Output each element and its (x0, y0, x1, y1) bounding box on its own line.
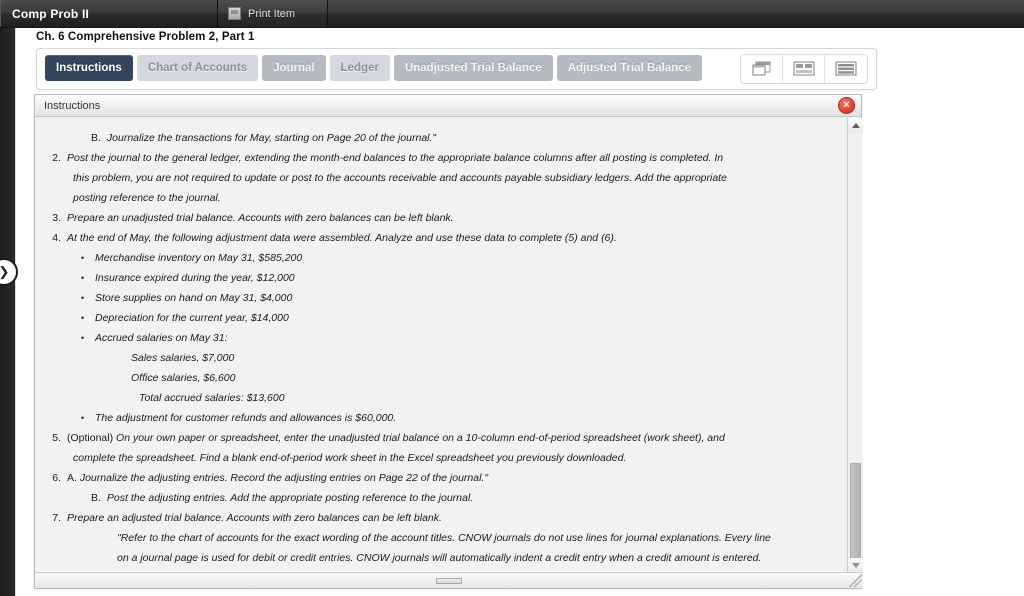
item-number: 3. (52, 212, 61, 224)
item-text: Post the journal to the general ledger, … (67, 152, 724, 164)
footnote-line-2: on a journal page is used for debit or c… (117, 552, 762, 564)
tab-bar: Instructions Chart of Accounts Journal L… (45, 55, 703, 81)
panel-title: Instructions (44, 99, 101, 112)
accrued-office-salaries: Office salaries, $6,600 (131, 372, 236, 384)
panel-body: B. Journalize the transactions for May, … (35, 118, 863, 573)
instruction-item-3: 3. Prepare an unadjusted trial balance. … (45, 208, 833, 228)
panel-header: Instructions × (35, 95, 861, 117)
toolbar-card: Instructions Chart of Accounts Journal L… (36, 48, 877, 90)
instruction-item-6a: 6. A. Journalize the adjusting entries. … (45, 468, 833, 488)
resize-grip-icon (436, 577, 462, 584)
panel-expand-handle[interactable]: ❯ (0, 258, 18, 286)
split-panel-button[interactable] (783, 55, 825, 83)
scrollbar-thumb[interactable] (850, 463, 861, 568)
tab-unadjusted-trial-balance[interactable]: Unadjusted Trial Balance (393, 55, 553, 81)
instructions-content: B. Journalize the transactions for May, … (35, 118, 847, 573)
adjustment-bullet-1: Merchandise inventory on May 31, $585,20… (45, 248, 833, 268)
adjustment-bullet-3: Store supplies on hand on May 31, $4,000 (45, 288, 833, 308)
instruction-item-2-cont2: posting reference to the journal. (73, 192, 221, 204)
cascade-windows-button[interactable] (741, 55, 783, 83)
scroll-down-arrow-icon[interactable] (848, 558, 863, 573)
item-number: 5. (52, 432, 61, 444)
app-title: Comp Prob II (0, 0, 218, 27)
split-panel-icon (793, 61, 814, 76)
sub-text: Journalize the adjusting entries. Record… (79, 472, 489, 484)
top-application-bar: Comp Prob II Print Item (0, 0, 1024, 28)
close-icon[interactable]: × (838, 97, 855, 114)
list-rows-icon (835, 61, 857, 76)
panel-resize-strip[interactable] (35, 572, 863, 588)
optional-label: (Optional) (67, 432, 114, 444)
accrued-total-salaries: Total accrued salaries: $13,600 (139, 392, 285, 404)
item-text: Prepare an unadjusted trial balance. Acc… (67, 212, 454, 224)
item-number: 6. (52, 472, 61, 484)
adjustment-bullet-2: Insurance expired during the year, $12,0… (45, 268, 833, 288)
instructions-panel: Instructions × B. Journalize the transac… (34, 94, 863, 589)
item-text: (Optional) On your own paper or spreadsh… (67, 428, 833, 448)
instruction-item-7: 7. Prepare an adjusted trial balance. Ac… (45, 508, 833, 528)
instruction-item-2: 2. Post the journal to the general ledge… (45, 148, 833, 168)
item-text: At the end of May, the following adjustm… (67, 232, 617, 244)
scroll-up-arrow-icon[interactable] (848, 118, 863, 133)
item-text: A. Journalize the adjusting entries. Rec… (67, 468, 833, 488)
accrued-sales-salaries: Sales salaries, $7,000 (131, 352, 235, 364)
print-item-button[interactable]: Print Item (218, 0, 328, 27)
topbar-filler (328, 0, 1024, 27)
adjustment-bullet-4: Depreciation for the current year, $14,0… (45, 308, 833, 328)
chevron-right-icon: ❯ (0, 264, 9, 280)
instruction-item-5: 5. (Optional) On your own paper or sprea… (45, 428, 833, 448)
tab-ledger[interactable]: Ledger (329, 55, 390, 81)
vertical-scrollbar[interactable] (847, 118, 863, 573)
tab-adjusted-trial-balance[interactable]: Adjusted Trial Balance (556, 55, 703, 81)
view-layout-group (740, 54, 868, 84)
cascade-windows-icon (752, 61, 770, 76)
tab-chart-of-accounts[interactable]: Chart of Accounts (136, 55, 259, 81)
list-rows-button[interactable] (825, 55, 867, 83)
item-text: Journalize the transactions for May, sta… (106, 132, 437, 144)
instruction-item-6b: B. Post the adjusting entries. Add the a… (45, 488, 833, 508)
adjustment-bullet-6: The adjustment for customer refunds and … (45, 408, 833, 428)
item-text: Prepare an adjusted trial balance. Accou… (67, 512, 442, 524)
instruction-item-1b: B. Journalize the transactions for May, … (45, 128, 833, 148)
instruction-item-4: 4. At the end of May, the following adju… (45, 228, 833, 248)
item-text-rest: On your own paper or spreadsheet, enter … (116, 432, 725, 444)
print-item-label: Print Item (248, 7, 296, 20)
item-number: 7. (52, 512, 61, 524)
left-rail: ❯ (0, 28, 18, 596)
instruction-item-2-cont1: this problem, you are not required to up… (73, 172, 727, 184)
item-number: 2. (52, 152, 61, 164)
triangle-down (851, 563, 860, 568)
item-number: 4. (52, 232, 61, 244)
page-title: Ch. 6 Comprehensive Problem 2, Part 1 (36, 31, 255, 43)
tab-journal[interactable]: Journal (262, 55, 326, 81)
instruction-item-5-cont: complete the spreadsheet. Find a blank e… (73, 452, 627, 464)
sub-text: Post the adjusting entries. Add the appr… (106, 492, 474, 504)
sub-label: B. (91, 492, 101, 504)
item-label: B. (91, 132, 101, 144)
adjustment-bullet-5: Accrued salaries on May 31: (45, 328, 833, 348)
sub-label: A. (67, 472, 77, 484)
close-glyph: × (843, 99, 850, 111)
footnote-line-1: "Refer to the chart of accounts for the … (117, 532, 771, 544)
resize-corner-icon[interactable] (849, 574, 862, 587)
triangle-up (851, 123, 860, 128)
tab-instructions[interactable]: Instructions (45, 55, 133, 81)
printer-icon (228, 7, 241, 20)
